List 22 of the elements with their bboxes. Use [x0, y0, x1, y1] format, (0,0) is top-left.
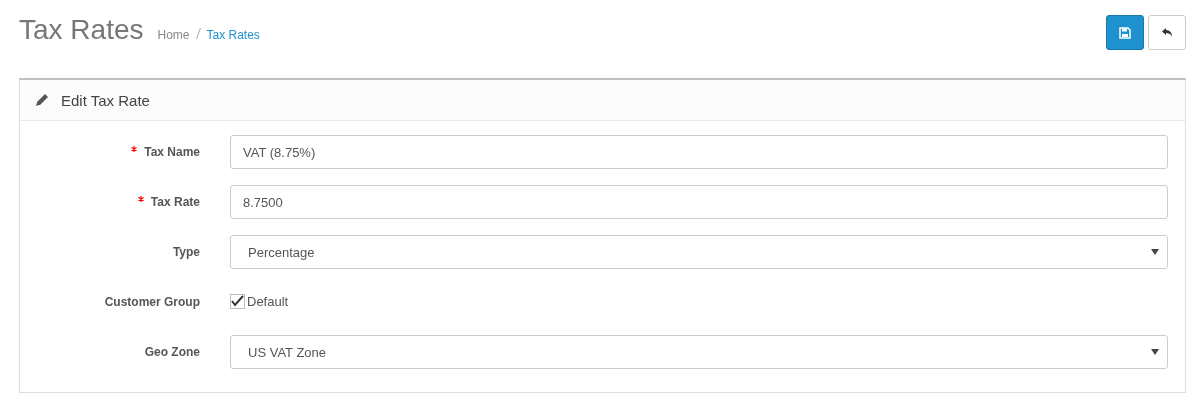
- page-title: Tax Rates: [19, 14, 144, 46]
- checkbox-option[interactable]: Default: [230, 293, 289, 309]
- caret-icon: [1151, 349, 1159, 355]
- caret-icon: [1151, 249, 1159, 255]
- field-label: Customer Group: [104, 295, 200, 309]
- text-field[interactable]: VAT (8.75%): [230, 135, 1168, 169]
- field-label: Geo Zone: [144, 345, 200, 359]
- select-dropdown[interactable]: Percentage: [230, 235, 1168, 269]
- pencil-icon: [35, 93, 49, 107]
- checkbox[interactable]: [230, 293, 245, 309]
- reply-arrow-icon: [1160, 26, 1174, 39]
- breadcrumb-link[interactable]: Home: [157, 28, 190, 42]
- save-button[interactable]: [1106, 15, 1144, 50]
- field-label: Tax Rate: [150, 195, 200, 209]
- breadcrumb-link[interactable]: Tax Rates: [206, 28, 260, 42]
- panel-title: Edit Tax Rate: [61, 91, 150, 109]
- back-button[interactable]: [1148, 15, 1186, 50]
- text-field[interactable]: 8.7500: [230, 185, 1168, 219]
- field-label: Tax Name: [144, 145, 200, 159]
- select-dropdown[interactable]: US VAT Zone: [230, 335, 1168, 369]
- field-label: Type: [172, 245, 200, 259]
- save-icon: [1119, 26, 1131, 39]
